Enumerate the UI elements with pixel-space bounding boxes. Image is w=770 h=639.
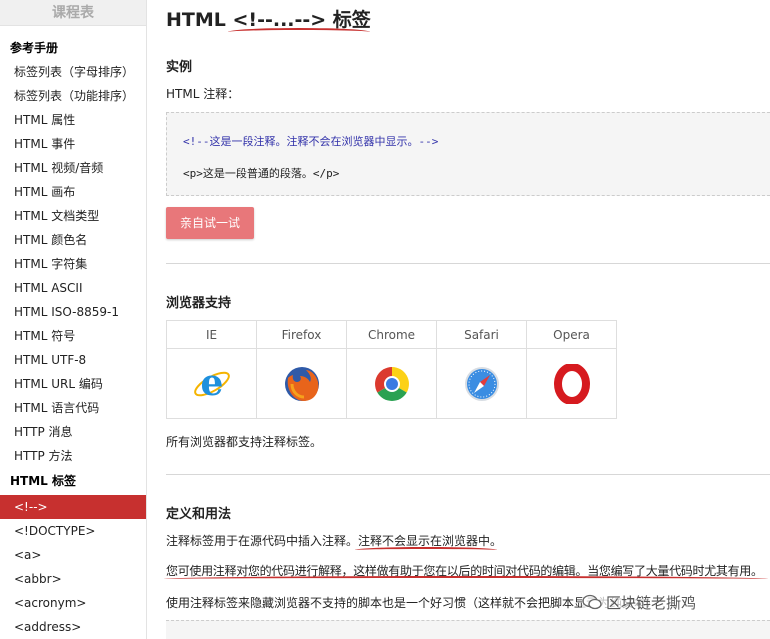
- sidebar-item[interactable]: <!DOCTYPE>: [0, 519, 146, 543]
- code-paragraph-line: <p>这是一段普通的段落。</p>: [183, 167, 340, 180]
- code-comment-line: <!--这是一段注释。注释不会在浏览器中显示。-->: [183, 135, 439, 148]
- sidebar-item[interactable]: HTML URL 编码: [0, 372, 146, 396]
- divider: [166, 474, 770, 475]
- browser-cell-opera: [526, 348, 617, 419]
- sidebar-item[interactable]: HTTP 消息: [0, 420, 146, 444]
- browser-support-heading: 浏览器支持: [166, 296, 232, 311]
- sidebar-item[interactable]: HTML 字符集: [0, 252, 146, 276]
- opera-icon: [553, 363, 590, 404]
- sidebar-item[interactable]: HTML 颜色名: [0, 228, 146, 252]
- sidebar-item[interactable]: <abbr>: [0, 567, 146, 591]
- browser-cell-chrome: [346, 348, 437, 419]
- watermark-text: 区块链老撕鸡: [606, 594, 697, 612]
- sidebar-item[interactable]: <!-->: [0, 495, 146, 519]
- try-it-button[interactable]: 亲自试一试: [166, 207, 254, 239]
- sidebar-item[interactable]: HTML 文档类型: [0, 204, 146, 228]
- sidebar-item[interactable]: HTML 符号: [0, 324, 146, 348]
- browser-cell-ie: e: [166, 348, 257, 419]
- sidebar-title: 课程表: [0, 0, 146, 26]
- browser-cell-firefox: [256, 348, 347, 419]
- example-heading: 实例: [166, 60, 193, 75]
- sidebar-section-html-tags: HTML 标签: [10, 474, 76, 488]
- code-example: <!--这是一段注释。注释不会在浏览器中显示。--> <p>这是一段普通的段落。…: [166, 112, 770, 196]
- safari-icon: [464, 366, 499, 401]
- title-underline-mark: [228, 28, 370, 36]
- wechat-icon: [582, 594, 602, 610]
- browser-name-chrome: Chrome: [346, 320, 437, 349]
- sidebar-item[interactable]: <address>: [0, 615, 146, 639]
- browser-name-opera: Opera: [526, 320, 617, 349]
- sidebar-item[interactable]: HTML ASCII: [0, 276, 146, 300]
- sidebar-item[interactable]: HTML 事件: [0, 132, 146, 156]
- chrome-icon: [374, 366, 409, 401]
- divider: [166, 263, 770, 264]
- annotation-underline-2: [164, 576, 768, 582]
- sidebar-item[interactable]: HTML 语言代码: [0, 396, 146, 420]
- sidebar-item[interactable]: HTML ISO-8859-1: [0, 300, 146, 324]
- browser-name-ie: IE: [166, 320, 257, 349]
- sidebar-item[interactable]: <acronym>: [0, 591, 146, 615]
- sidebar-item[interactable]: HTML 画布: [0, 180, 146, 204]
- sidebar-item[interactable]: HTML UTF-8: [0, 348, 146, 372]
- example-label: HTML 注释：: [166, 87, 240, 101]
- main-content: HTML <!--...--> 标签 实例 HTML 注释： <!--这是一段注…: [148, 0, 770, 639]
- sidebar-section-reference: 参考手册: [10, 41, 59, 55]
- sidebar-item[interactable]: HTTP 方法: [0, 444, 146, 468]
- sidebar: 课程表 参考手册 标签列表（字母排序） 标签列表（功能排序） HTML 属性 HTML…: [0, 0, 147, 639]
- sidebar-item[interactable]: 标签列表（字母排序）: [0, 60, 146, 84]
- definition-heading: 定义和用法: [166, 507, 232, 522]
- svg-text:e: e: [200, 364, 223, 404]
- sidebar-item[interactable]: HTML 属性: [0, 108, 146, 132]
- browser-name-safari: Safari: [436, 320, 527, 349]
- annotation-underline-1: [355, 547, 497, 553]
- ie-icon: e: [193, 364, 230, 404]
- watermark: 区块链老撕鸡: [582, 592, 697, 613]
- browser-cell-safari: [436, 348, 527, 419]
- browser-name-firefox: Firefox: [256, 320, 347, 349]
- browser-support-table: IE Firefox Chrome Safari Opera e: [166, 320, 617, 419]
- code-example: [166, 620, 770, 639]
- sidebar-item[interactable]: HTML 视频/音频: [0, 156, 146, 180]
- browser-support-note: 所有浏览器都支持注释标签。: [166, 435, 323, 449]
- sidebar-item[interactable]: 标签列表（功能排序）: [0, 84, 146, 108]
- sidebar-item[interactable]: <a>: [0, 543, 146, 567]
- firefox-icon: [284, 366, 319, 401]
